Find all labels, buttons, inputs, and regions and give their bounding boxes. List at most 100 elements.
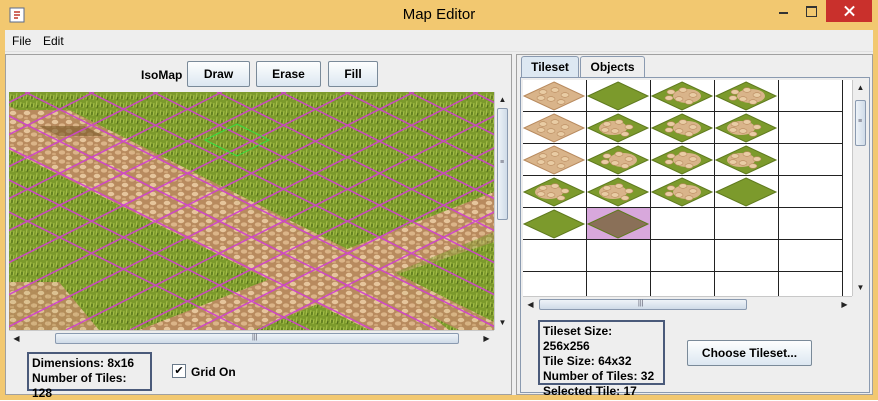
tileset-cell[interactable] <box>650 112 715 144</box>
map-panel: IsoMap Draw Erase Fill ▲ ≡ ▼ ◀ ||| ▶ Dim… <box>5 54 512 400</box>
tileset-grid[interactable] <box>523 80 852 296</box>
grid-checkbox[interactable]: ✔ <box>172 364 186 378</box>
tileset-cell[interactable] <box>586 112 651 144</box>
title-bar[interactable]: Map Editor <box>0 0 878 30</box>
map-type-label: IsoMap <box>141 68 183 82</box>
tile-size: Tile Size: 64x32 <box>543 354 632 368</box>
tileset-vertical-scrollbar[interactable]: ▲ ≡ ▼ <box>852 80 867 296</box>
tileset-cell[interactable] <box>714 80 779 112</box>
tileset-cell[interactable] <box>714 176 779 208</box>
map-vertical-scrollbar[interactable]: ▲ ≡ ▼ <box>494 92 509 330</box>
tile-thumbnail <box>523 209 586 239</box>
tileset-cell[interactable] <box>523 176 587 208</box>
scroll-right-arrow-icon[interactable]: ▶ <box>479 331 494 346</box>
map-info-box: Dimensions: 8x16 Number of Tiles: 128 <box>27 352 152 400</box>
tile-thumbnail <box>586 113 650 143</box>
tileset-cell[interactable] <box>779 112 843 144</box>
tile-count: Number of Tiles: 32 <box>543 369 655 383</box>
tileset-cell[interactable] <box>586 208 651 240</box>
tileset-cell[interactable] <box>650 144 715 176</box>
tileset-cell[interactable] <box>586 176 651 208</box>
tileset-cell[interactable] <box>779 208 843 240</box>
scroll-thumb[interactable]: ≡ <box>497 108 508 220</box>
tileset-cell[interactable] <box>714 144 779 176</box>
app-window: Map Editor File Edit IsoMap Draw Erase F… <box>0 0 878 400</box>
map-dimensions: Dimensions: 8x16 <box>32 356 135 370</box>
tileset-cell[interactable] <box>650 80 715 112</box>
tileset-size: Tileset Size: 256x256 <box>543 324 613 353</box>
maximize-button[interactable] <box>798 0 824 22</box>
tileset-cell[interactable] <box>523 112 587 144</box>
tileset-cell[interactable] <box>651 272 715 296</box>
tileset-cell[interactable] <box>651 240 715 272</box>
tileset-cell[interactable] <box>779 240 843 272</box>
tileset-cell[interactable] <box>715 240 779 272</box>
tileset-cell[interactable] <box>523 208 587 240</box>
tileset-cell[interactable] <box>715 272 779 296</box>
scroll-thumb[interactable]: ≡ <box>855 100 866 146</box>
tile-thumbnail <box>650 177 714 207</box>
tile-thumbnail <box>586 177 650 207</box>
tile-thumbnail <box>523 113 586 143</box>
menu-edit[interactable]: Edit <box>43 34 64 48</box>
tile-thumbnail <box>586 81 650 111</box>
tileset-cell[interactable] <box>779 176 843 208</box>
grip-icon: ||| <box>252 334 258 341</box>
scroll-right-arrow-icon[interactable]: ▶ <box>837 297 852 312</box>
tile-thumbnail <box>523 81 586 111</box>
tileset-cell[interactable] <box>586 144 651 176</box>
scroll-down-arrow-icon[interactable]: ▼ <box>495 315 510 330</box>
scroll-up-arrow-icon[interactable]: ▲ <box>853 80 868 95</box>
tileset-cell[interactable] <box>779 144 843 176</box>
tileset-cell[interactable] <box>650 176 715 208</box>
tileset-cell[interactable] <box>715 208 779 240</box>
tileset-cell[interactable] <box>587 240 651 272</box>
tile-thumbnail <box>650 81 714 111</box>
tileset-cell[interactable] <box>779 272 843 296</box>
tab-objects[interactable]: Objects <box>580 56 645 77</box>
tileset-cell[interactable] <box>779 80 843 112</box>
tileset-info-box: Tileset Size: 256x256 Tile Size: 64x32 N… <box>538 320 665 398</box>
tileset-horizontal-scrollbar[interactable]: ◀ ||| ▶ <box>523 296 852 311</box>
tileset-cell[interactable] <box>587 272 651 296</box>
choose-tileset-button[interactable]: Choose Tileset... <box>687 340 812 366</box>
tileset-cell[interactable] <box>523 272 587 296</box>
tab-tileset[interactable]: Tileset <box>521 56 579 77</box>
tileset-cell[interactable] <box>586 80 651 112</box>
scroll-down-arrow-icon[interactable]: ▼ <box>853 280 868 295</box>
scroll-up-arrow-icon[interactable]: ▲ <box>495 92 510 107</box>
scroll-thumb[interactable]: ||| <box>55 333 459 344</box>
map-tiles <box>9 92 494 330</box>
window-title: Map Editor <box>402 6 476 23</box>
grid-checkbox-label[interactable]: Grid On <box>191 365 236 379</box>
tile-thumbnail <box>586 145 650 175</box>
close-button[interactable] <box>826 0 872 22</box>
tile-thumbnail <box>714 113 778 143</box>
selected-tile: Selected Tile: 17 <box>543 384 637 398</box>
erase-button[interactable]: Erase <box>256 61 321 87</box>
tile-thumbnail <box>714 145 778 175</box>
fill-button[interactable]: Fill <box>328 61 378 87</box>
tile-thumbnail <box>650 113 714 143</box>
menu-file[interactable]: File <box>12 34 31 48</box>
tile-thumbnail <box>650 145 714 175</box>
scroll-left-arrow-icon[interactable]: ◀ <box>9 331 24 346</box>
tileset-cell[interactable] <box>651 208 715 240</box>
tileset-cell[interactable] <box>714 112 779 144</box>
tileset-cell[interactable] <box>523 144 587 176</box>
map-horizontal-scrollbar[interactable]: ◀ ||| ▶ <box>9 330 494 345</box>
draw-button[interactable]: Draw <box>187 61 250 87</box>
iso-map-canvas[interactable] <box>9 92 494 330</box>
map-tile-count: Number of Tiles: 128 <box>32 371 127 400</box>
tile-thumbnail <box>586 209 650 239</box>
tileset-cell[interactable] <box>523 240 587 272</box>
minimize-button[interactable] <box>770 0 798 22</box>
grip-icon: ≡ <box>858 118 863 125</box>
tile-thumbnail <box>714 81 778 111</box>
tab-content: ▲ ≡ ▼ ◀ ||| ▶ Tileset Size: 256x256 Tile… <box>520 77 870 398</box>
client-area: File Edit IsoMap Draw Erase Fill ▲ ≡ ▼ ◀… <box>5 30 873 400</box>
scroll-left-arrow-icon[interactable]: ◀ <box>523 297 538 312</box>
tile-thumbnail <box>523 177 586 207</box>
scroll-thumb[interactable]: ||| <box>539 299 747 310</box>
tileset-cell[interactable] <box>523 80 587 112</box>
